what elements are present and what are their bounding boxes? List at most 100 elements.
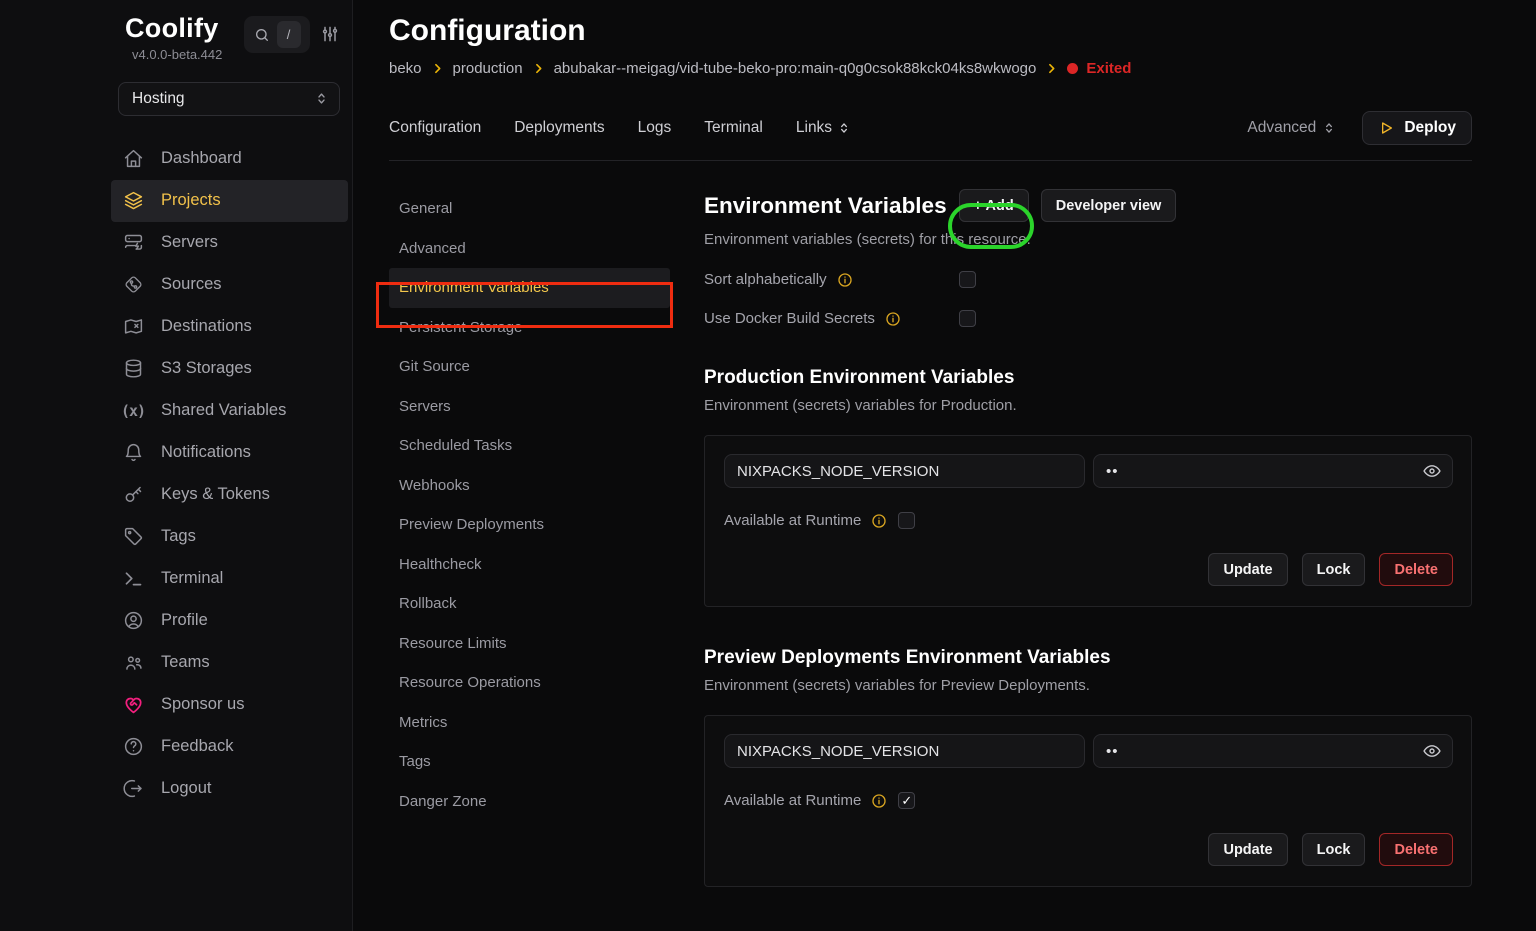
variable-value-input[interactable] bbox=[1093, 734, 1453, 768]
variable-value-input[interactable] bbox=[1093, 454, 1453, 488]
subnav-item-tags[interactable]: Tags bbox=[389, 742, 673, 782]
available-at-runtime-row: Available at Runtime bbox=[724, 512, 1453, 529]
variable-icon: (x) bbox=[122, 402, 144, 420]
docker-build-secrets-checkbox[interactable] bbox=[959, 310, 976, 327]
help-circle-icon bbox=[122, 736, 144, 757]
lock-button[interactable]: Lock bbox=[1302, 833, 1366, 866]
sidebar-item-label: S3 Storages bbox=[161, 359, 252, 378]
sidebar-item-terminal[interactable]: Terminal bbox=[111, 558, 348, 600]
docker-build-secrets-row: Use Docker Build Secrets bbox=[704, 310, 1472, 327]
subnav-item-git-source[interactable]: Git Source bbox=[389, 347, 673, 387]
sidebar-item-keys-tokens[interactable]: Keys & Tokens bbox=[111, 474, 348, 516]
deploy-button[interactable]: Deploy bbox=[1362, 111, 1472, 145]
chevron-right-icon bbox=[532, 62, 545, 75]
slash-shortcut-key: / bbox=[277, 21, 301, 48]
sort-alphabetically-row: Sort alphabetically bbox=[704, 271, 1472, 288]
sidebar-item-s3-storages[interactable]: S3 Storages bbox=[111, 348, 348, 390]
sidebar-item-servers[interactable]: Servers bbox=[111, 222, 348, 264]
sidebar-item-destinations[interactable]: Destinations bbox=[111, 306, 348, 348]
sidebar-item-label: Dashboard bbox=[161, 149, 242, 168]
tab-deployments[interactable]: Deployments bbox=[514, 119, 604, 137]
delete-button[interactable]: Delete bbox=[1379, 833, 1453, 866]
tabs-row: Configuration Deployments Logs Terminal … bbox=[389, 111, 1472, 161]
eye-icon[interactable] bbox=[1422, 741, 1442, 761]
subnav-item-rollback[interactable]: Rollback bbox=[389, 584, 673, 624]
update-button[interactable]: Update bbox=[1208, 833, 1287, 866]
tab-terminal[interactable]: Terminal bbox=[704, 119, 763, 137]
team-select[interactable]: Hosting bbox=[118, 82, 340, 116]
eye-icon[interactable] bbox=[1422, 461, 1442, 481]
info-icon[interactable] bbox=[871, 513, 887, 529]
status-dot-icon bbox=[1067, 63, 1078, 74]
sidebar-item-tags[interactable]: Tags bbox=[111, 516, 348, 558]
page-title: Configuration bbox=[389, 14, 1472, 48]
production-variable-card: Available at Runtime Update Lock Delete bbox=[704, 435, 1472, 607]
tab-configuration[interactable]: Configuration bbox=[389, 119, 481, 137]
sidebar-item-label: Logout bbox=[161, 779, 211, 798]
subnav-item-servers[interactable]: Servers bbox=[389, 387, 673, 427]
subnav-item-resource-operations[interactable]: Resource Operations bbox=[389, 663, 673, 703]
tabs-right-controls: Advanced Deploy bbox=[1247, 111, 1472, 145]
delete-button[interactable]: Delete bbox=[1379, 553, 1453, 586]
advanced-select[interactable]: Advanced bbox=[1247, 119, 1336, 137]
breadcrumb-environment[interactable]: production bbox=[453, 60, 523, 77]
available-at-runtime-checkbox[interactable] bbox=[898, 792, 915, 809]
subnav-item-webhooks[interactable]: Webhooks bbox=[389, 466, 673, 506]
search-icon bbox=[254, 27, 270, 43]
sort-alphabetically-checkbox[interactable] bbox=[959, 271, 976, 288]
variable-name-input[interactable] bbox=[724, 454, 1085, 488]
advanced-select-label: Advanced bbox=[1247, 119, 1316, 137]
search-button[interactable]: / bbox=[244, 16, 310, 53]
breadcrumb-team[interactable]: beko bbox=[389, 60, 422, 77]
info-icon[interactable] bbox=[871, 793, 887, 809]
chevron-right-icon bbox=[431, 62, 444, 75]
chevron-updown-icon bbox=[314, 91, 329, 106]
tab-logs[interactable]: Logs bbox=[638, 119, 672, 137]
sidebar-item-teams[interactable]: Teams bbox=[111, 642, 348, 684]
update-button[interactable]: Update bbox=[1208, 553, 1287, 586]
breadcrumb-resource[interactable]: abubakar--meigag/vid-tube-beko-pro:main-… bbox=[554, 60, 1037, 77]
info-icon[interactable] bbox=[885, 311, 901, 327]
subnav-item-advanced[interactable]: Advanced bbox=[389, 229, 673, 269]
status-text: Exited bbox=[1086, 60, 1131, 77]
chevron-updown-icon bbox=[1322, 121, 1336, 135]
subnav-item-environment-variables[interactable]: Environment Variables bbox=[389, 268, 670, 308]
heart-handshake-icon bbox=[122, 694, 144, 715]
map-icon bbox=[122, 316, 144, 337]
env-subtitle: Environment variables (secrets) for this… bbox=[704, 231, 1472, 248]
sidebar-item-label: Profile bbox=[161, 611, 208, 630]
sidebar-item-profile[interactable]: Profile bbox=[111, 600, 348, 642]
available-at-runtime-checkbox[interactable] bbox=[898, 512, 915, 529]
chevron-updown-icon bbox=[837, 121, 851, 135]
subnav-item-healthcheck[interactable]: Healthcheck bbox=[389, 545, 673, 585]
sidebar-item-dashboard[interactable]: Dashboard bbox=[111, 138, 348, 180]
subnav-item-scheduled-tasks[interactable]: Scheduled Tasks bbox=[389, 426, 673, 466]
subnav-item-resource-limits[interactable]: Resource Limits bbox=[389, 624, 673, 664]
sidebar-item-sources[interactable]: Sources bbox=[111, 264, 348, 306]
add-variable-button[interactable]: + Add bbox=[959, 189, 1029, 222]
sidebar-item-notifications[interactable]: Notifications bbox=[111, 432, 348, 474]
variable-name-input[interactable] bbox=[724, 734, 1085, 768]
team-select-value: Hosting bbox=[132, 90, 185, 108]
sidebar-item-label: Keys & Tokens bbox=[161, 485, 270, 504]
subnav-item-preview-deployments[interactable]: Preview Deployments bbox=[389, 505, 673, 545]
lock-button[interactable]: Lock bbox=[1302, 553, 1366, 586]
subnav-item-danger-zone[interactable]: Danger Zone bbox=[389, 782, 673, 822]
database-icon bbox=[122, 358, 144, 379]
sidebar-item-label: Destinations bbox=[161, 317, 252, 336]
preview-section-title: Preview Deployments Environment Variable… bbox=[704, 647, 1472, 669]
info-icon[interactable] bbox=[837, 272, 853, 288]
subnav-item-metrics[interactable]: Metrics bbox=[389, 703, 673, 743]
sidebar-item-feedback[interactable]: Feedback bbox=[111, 726, 348, 768]
settings-sliders-icon[interactable] bbox=[320, 24, 340, 44]
subnav-item-general[interactable]: General bbox=[389, 189, 673, 229]
sidebar-item-logout[interactable]: Logout bbox=[111, 768, 348, 810]
sidebar-item-label: Teams bbox=[161, 653, 210, 672]
developer-view-button[interactable]: Developer view bbox=[1041, 189, 1177, 222]
sidebar-item-shared-variables[interactable]: (x) Shared Variables bbox=[111, 390, 348, 432]
sidebar-item-projects[interactable]: Projects bbox=[111, 180, 348, 222]
tab-links[interactable]: Links bbox=[796, 119, 851, 137]
home-icon bbox=[122, 148, 144, 169]
subnav-item-persistent-storage[interactable]: Persistent Storage bbox=[389, 308, 673, 348]
sidebar-item-sponsor-us[interactable]: Sponsor us bbox=[111, 684, 348, 726]
